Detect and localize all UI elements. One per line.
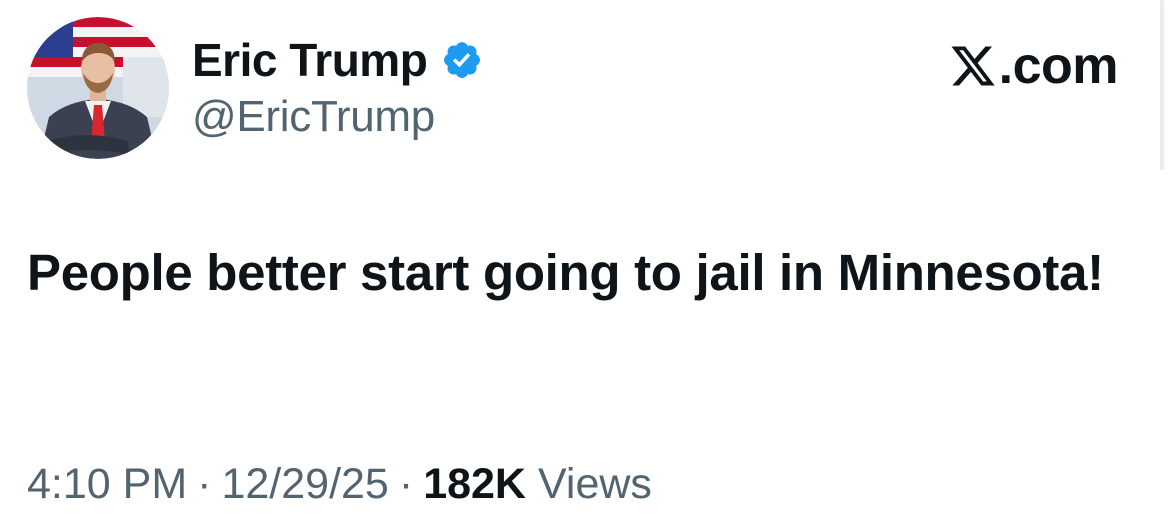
meta-separator: ·: [398, 460, 414, 508]
author-handle[interactable]: @EricTrump: [192, 92, 435, 142]
author-name-row[interactable]: Eric Trump: [192, 32, 483, 88]
views-count[interactable]: 182K: [423, 460, 526, 509]
avatar[interactable]: [27, 17, 169, 159]
tweet-time[interactable]: 4:10 PM: [27, 460, 187, 509]
display-name[interactable]: Eric Trump: [192, 33, 428, 87]
profile-photo-icon: [27, 17, 169, 159]
scrollbar[interactable]: [1160, 0, 1164, 170]
meta-separator: ·: [197, 460, 212, 508]
views-label: Views: [537, 460, 652, 508]
verified-badge-icon: [444, 42, 481, 78]
brand-suffix: .com: [998, 37, 1119, 95]
tweet-date[interactable]: 12/29/25: [221, 460, 388, 509]
tweet-text: People better start going to jail in Min…: [27, 244, 1104, 301]
x-logo-icon: [951, 46, 995, 86]
brand-watermark: .com: [949, 36, 1119, 96]
tweet-meta: 4:10 PM · 12/29/25 · 182K Views: [27, 460, 652, 509]
